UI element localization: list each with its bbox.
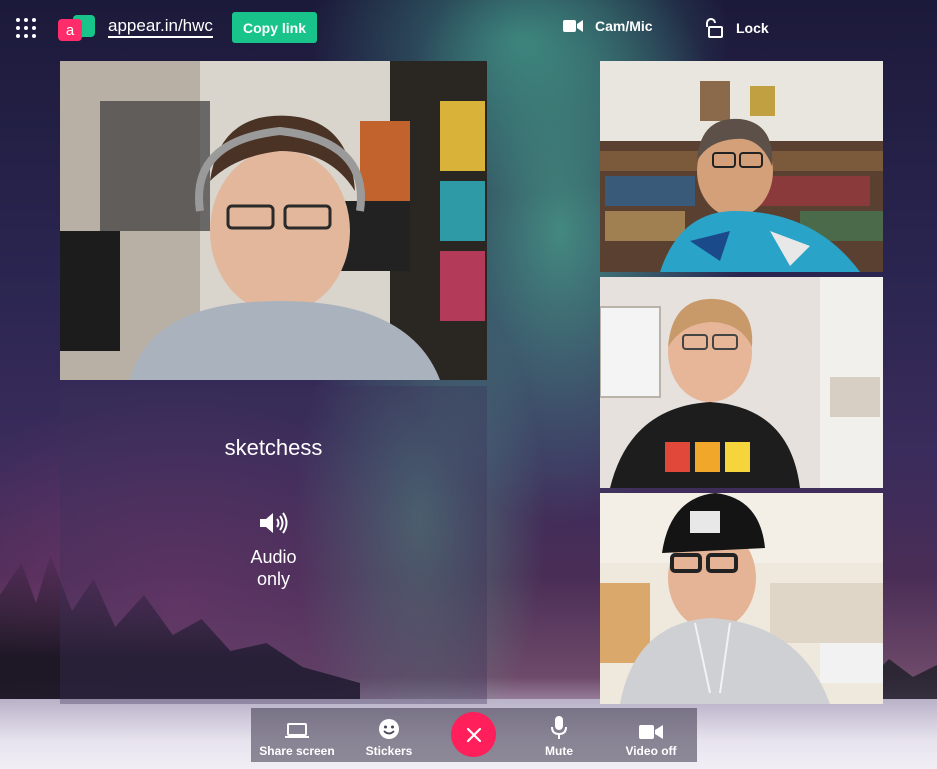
room-link[interactable]: appear.in/hwc (108, 17, 213, 38)
lock-button[interactable]: Lock (704, 18, 769, 38)
video-off-button[interactable]: Video off (611, 708, 691, 762)
speaker-icon (260, 512, 288, 534)
microphone-icon (551, 716, 567, 739)
appear-in-logo-icon[interactable]: a (57, 13, 97, 43)
top-bar: a appear.in/hwc Copy link Cam/Mic Lock (0, 0, 937, 56)
video-tile-participant[interactable] (600, 493, 883, 704)
cam-mic-button[interactable]: Cam/Mic (563, 18, 653, 34)
audio-only-tile: sketchess Audio only (60, 386, 487, 704)
apps-grid-icon[interactable] (16, 18, 36, 38)
leave-call-button[interactable] (451, 712, 496, 757)
smiley-icon (379, 719, 399, 739)
lock-label: Lock (736, 20, 769, 36)
participant-video (600, 277, 883, 488)
participant-name: sketchess (224, 435, 323, 460)
share-screen-button[interactable]: Share screen (251, 708, 343, 762)
stickers-button[interactable]: Stickers (353, 708, 425, 762)
camera-icon (563, 20, 583, 32)
laptop-icon (285, 723, 309, 738)
copy-link-button[interactable]: Copy link (232, 12, 317, 43)
close-icon (466, 727, 481, 742)
mute-label: Mute (545, 744, 573, 758)
share-screen-label: Share screen (259, 744, 335, 758)
stickers-label: Stickers (365, 744, 413, 758)
unlock-icon (706, 18, 723, 38)
video-tile-main[interactable] (60, 61, 487, 380)
video-tile-participant[interactable] (600, 61, 883, 272)
cam-mic-label: Cam/Mic (595, 18, 653, 34)
video-tile-participant[interactable] (600, 277, 883, 488)
mute-button[interactable]: Mute (521, 708, 597, 762)
participant-video (60, 61, 487, 380)
participant-video (600, 61, 883, 272)
svg-text:a: a (66, 22, 75, 39)
participant-video (600, 493, 883, 704)
camera-icon (639, 725, 663, 739)
audio-only-label: Audio only (250, 547, 297, 589)
video-off-label: Video off (625, 744, 677, 758)
